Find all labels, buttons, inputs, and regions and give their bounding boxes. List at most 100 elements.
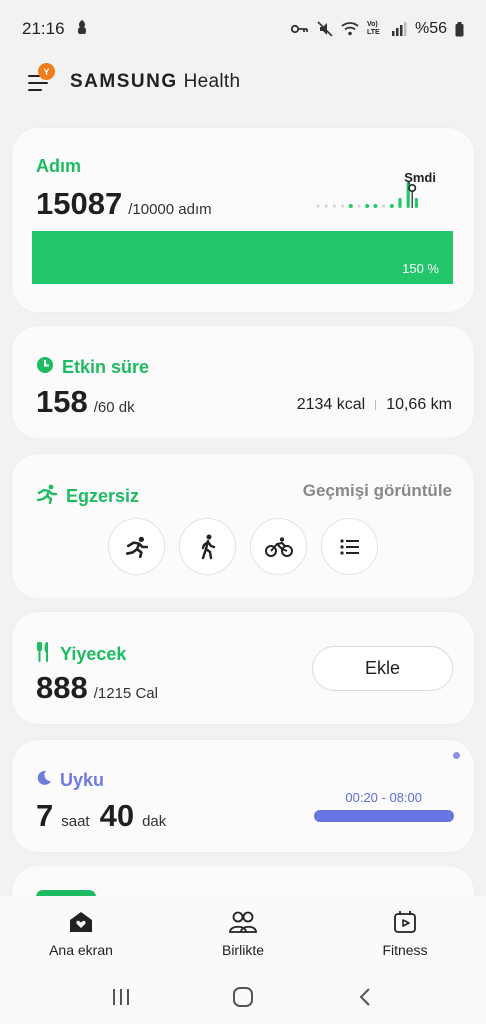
hourly-dot-low [340, 204, 345, 208]
steps-goal: /10000 adım [128, 201, 212, 218]
now-label: Şmdi [404, 170, 436, 185]
running-button[interactable] [108, 518, 165, 575]
view-history-link[interactable]: Geçmişi görüntüle [303, 481, 452, 501]
exercise-card[interactable]: Egzersiz Geçmişi görüntüle [12, 454, 474, 598]
volte-label: Vo) LTE [366, 21, 380, 36]
food-calories: 888 [36, 670, 88, 705]
home-heart-icon [70, 912, 92, 932]
sleep-hours-unit: saat [61, 813, 90, 830]
recent-apps-icon [113, 989, 129, 1005]
profile-badge: Y [38, 63, 55, 80]
status-right: Vo) LTE %56 [290, 20, 464, 38]
now-marker [408, 183, 417, 192]
moon-icon [36, 770, 52, 791]
walking-button[interactable] [179, 518, 236, 575]
active-value-row: 158 /60 dk [36, 384, 135, 420]
food-goal: /1215 Cal [93, 685, 158, 702]
home-circle-icon [233, 987, 253, 1007]
battery-percent: %56 [414, 20, 447, 37]
hourly-dot [365, 204, 370, 208]
hourly-dot-low [381, 204, 386, 208]
hourly-dot-low [324, 204, 328, 208]
list-icon [339, 538, 359, 555]
exercise-icon [36, 484, 58, 509]
battery-icon [455, 21, 464, 37]
menu-button[interactable]: Y [28, 63, 55, 91]
food-value-row: 888 /1215 Cal [36, 670, 158, 706]
sleep-header: Uyku [36, 770, 104, 791]
distance-value: 10,66 km [386, 396, 452, 413]
hourly-dot [373, 204, 378, 208]
hourly-bar [414, 198, 418, 208]
cycling-button[interactable] [250, 518, 307, 575]
people-icon [229, 911, 257, 933]
calories-value: 2134 kcal [296, 396, 366, 413]
back-button[interactable] [345, 977, 385, 1017]
product-name: Health [183, 71, 241, 92]
nav-fitness[interactable]: Fitness [324, 896, 486, 970]
steps-count: 15087 [36, 186, 123, 221]
more-exercises-button[interactable] [321, 518, 378, 575]
wifi-icon [341, 22, 359, 36]
app-header: Y SAMSUNG Health [0, 58, 486, 106]
hourly-dot-low [332, 204, 337, 208]
hourly-dot [389, 204, 394, 208]
hourly-dot-low [316, 204, 320, 208]
menu-line [28, 82, 48, 84]
steps-progress-bar: 150 % [32, 231, 453, 284]
steps-card[interactable]: Adım 15087 /10000 adım Şmdi 150 % [12, 128, 474, 312]
steps-title: Adım [36, 156, 81, 176]
fitness-video-icon [394, 911, 416, 933]
food-card[interactable]: Yiyecek 888 /1215 Cal Ekle [12, 612, 474, 724]
sleep-title: Uyku [60, 770, 105, 790]
nav-home-label: Ana ekran [49, 942, 113, 958]
sleep-minutes: 40 [99, 798, 135, 833]
sleep-bar [314, 810, 454, 822]
mute-icon [317, 21, 333, 37]
steps-hourly-chart: Şmdi [314, 168, 444, 216]
recent-apps-button[interactable] [101, 977, 141, 1017]
nav-home[interactable]: Ana ekran [0, 896, 162, 970]
nav-together[interactable]: Birlikte [162, 896, 324, 970]
clock-icon [36, 356, 54, 379]
status-time: 21:16 [22, 19, 65, 38]
fork-knife-icon [36, 642, 52, 667]
system-navigation [0, 970, 486, 1024]
active-time-card[interactable]: Etkin süre 158 /60 dk 2134 kcal 10,66 km [12, 326, 474, 438]
exercise-title: Egzersiz [66, 486, 140, 506]
active-stats: 2134 kcal 10,66 km [297, 396, 452, 414]
sleep-hours: 7 [36, 798, 54, 833]
active-time-header: Etkin süre [36, 356, 149, 379]
home-button[interactable] [223, 977, 263, 1017]
nav-together-label: Birlikte [221, 942, 264, 958]
status-bar: 21:16 Vo) LTE %56 [0, 0, 486, 58]
food-title: Yiyecek [60, 644, 127, 664]
hourly-bar [398, 198, 402, 208]
stats-divider [375, 400, 377, 410]
nav-fitness-label: Fitness [382, 942, 428, 958]
sleep-card[interactable]: Uyku 7 saat 40 dak 00:20 - 08:00 [12, 740, 474, 852]
sleep-value-row: 7 saat 40 dak [36, 798, 176, 834]
signal-icon [391, 22, 407, 36]
exercise-header: Egzersiz [36, 484, 139, 509]
active-time-title: Etkin süre [62, 357, 150, 377]
exercise-buttons [108, 518, 378, 575]
steps-percent: 150 % [402, 261, 439, 276]
key-icon [290, 23, 309, 35]
active-goal: /60 dk [93, 399, 135, 416]
hourly-dot [348, 204, 353, 208]
app-title: SAMSUNG Health [70, 71, 240, 93]
food-header: Yiyecek [36, 642, 126, 667]
hourly-dot-low [357, 204, 361, 208]
cycling-icon [264, 536, 293, 557]
notification-icon [75, 19, 89, 40]
sleep-minutes-unit: dak [142, 813, 167, 830]
steps-value-row: 15087 /10000 adım [36, 186, 212, 222]
sleep-time-range: 00:20 - 08:00 [345, 790, 422, 805]
status-left: 21:16 [22, 19, 89, 40]
menu-line [28, 89, 42, 91]
sleep-indicator-dot [453, 752, 460, 759]
add-food-button[interactable]: Ekle [312, 646, 453, 691]
back-chevron-icon [359, 988, 370, 1006]
running-icon [125, 536, 148, 558]
